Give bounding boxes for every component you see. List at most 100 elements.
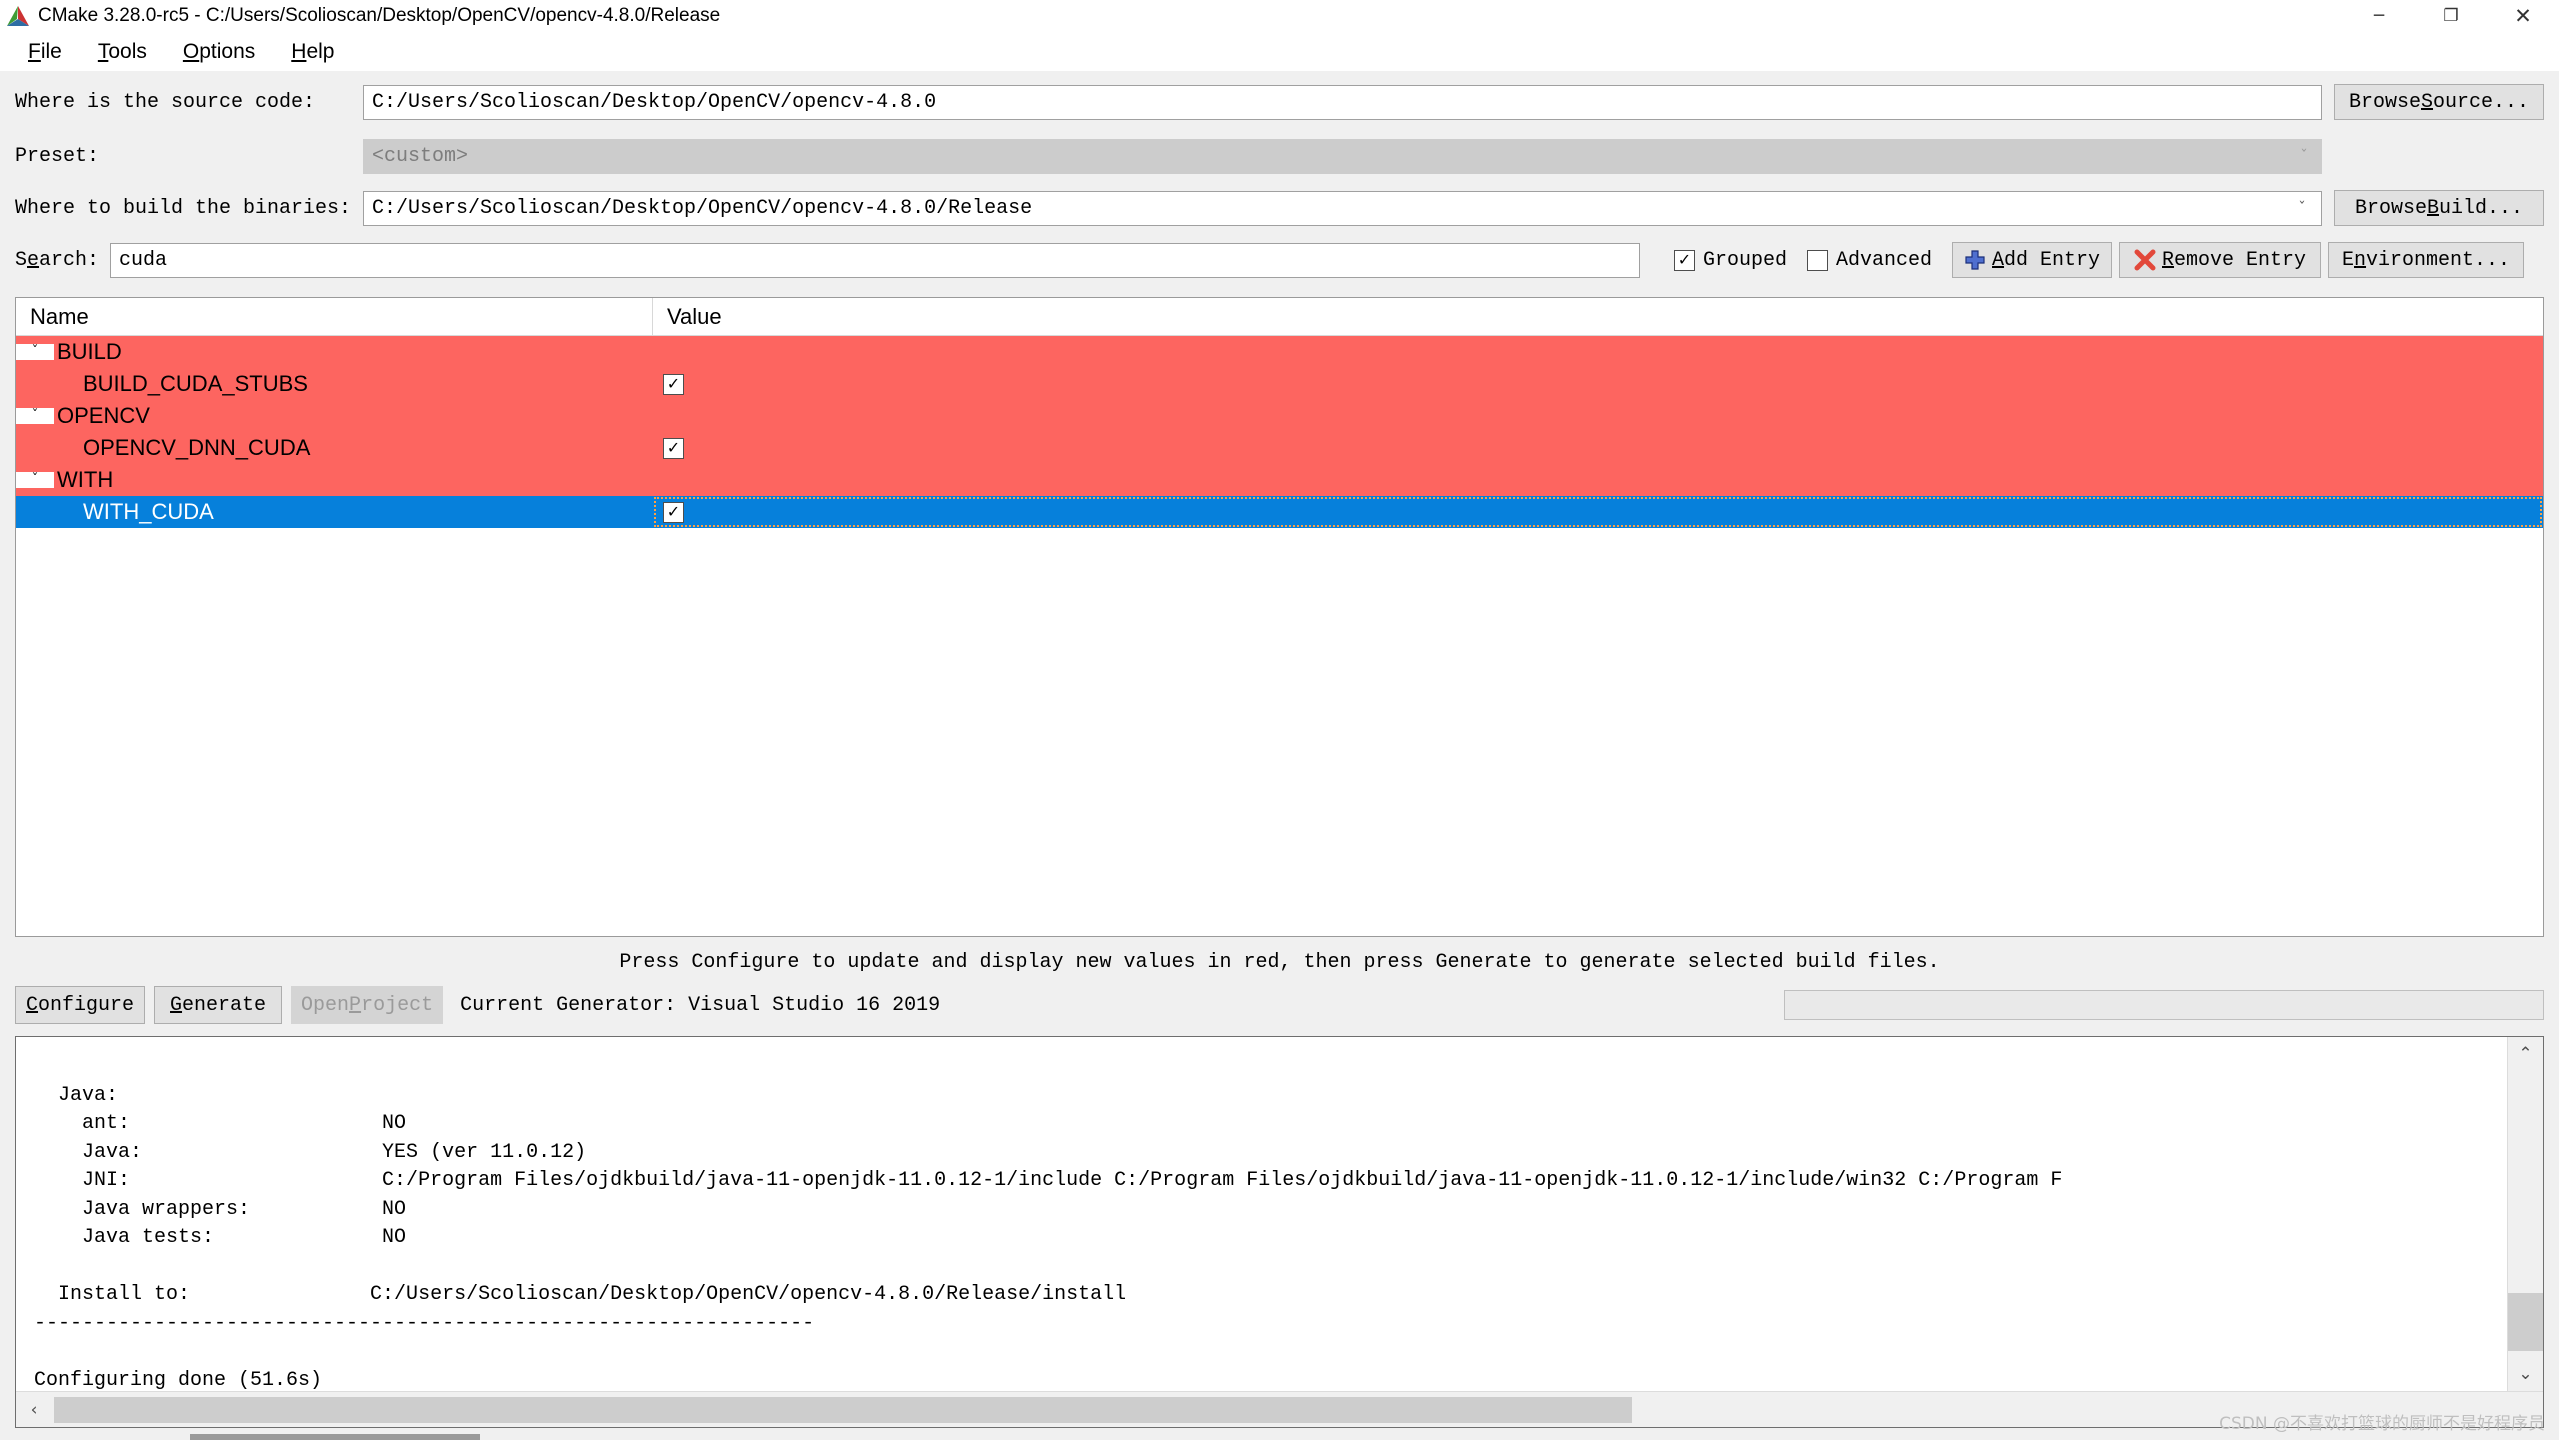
menu-file[interactable]: File (10, 38, 80, 66)
log-horizontal-scrollbar[interactable]: ‹ (16, 1391, 2543, 1427)
cell-name: WITH_CUDA (16, 496, 653, 528)
open-project-pre: Open (301, 993, 350, 1017)
remove-entry-button[interactable]: Remove Entry (2119, 242, 2322, 278)
table-row-build-cuda-stubs[interactable]: BUILD_CUDA_STUBS ✓ (16, 368, 2543, 400)
browse-source-post: ource... (2433, 90, 2530, 114)
preset-label: Preset: (15, 144, 100, 168)
menu-tools[interactable]: Tools (80, 38, 165, 66)
grouped-checkbox[interactable]: ✓ Grouped (1674, 249, 1787, 272)
build-combo[interactable]: C:/Users/Scolioscan/Desktop/OpenCV/openc… (363, 190, 2322, 226)
table-row-with-cuda[interactable]: WITH_CUDA ✓ (16, 496, 2543, 528)
menu-options-rest: ptions (199, 40, 256, 63)
value-checkbox[interactable]: ✓ (663, 373, 684, 395)
grouped-checkbox-box: ✓ (1674, 249, 1695, 271)
remove-entry-mnemonic: R (2162, 248, 2175, 272)
group-label: OPENCV (57, 403, 150, 428)
browse-source-pre: se (2396, 90, 2421, 114)
progress-bar (1784, 990, 2544, 1020)
advanced-checkbox-box (1807, 249, 1829, 271)
build-input[interactable]: C:/Users/Scolioscan/Desktop/OpenCV/openc… (363, 190, 2322, 226)
configure-button[interactable]: Configure (15, 986, 146, 1024)
add-entry-mnemonic: A (1992, 248, 2005, 272)
generate-button[interactable]: Generate (154, 986, 283, 1024)
search-row: Search: cuda ✓ Grouped Advanced Add Entr… (15, 239, 2544, 281)
source-input[interactable]: C:/Users/Scolioscan/Desktop/OpenCV/openc… (363, 84, 2322, 120)
browse-build-button[interactable]: Browse Build... (2334, 190, 2544, 226)
log-text[interactable]: Java: ant: NO Java: YES (ver 11.0.12) JN… (16, 1037, 2507, 1392)
column-header-name[interactable]: Name (16, 298, 653, 335)
search-mnemonic: e (27, 248, 40, 272)
cell-name: OPENCV_DNN_CUDA (16, 432, 653, 464)
chevron-down-icon-build[interactable]: ˇ (2284, 192, 2320, 225)
cell-name: BUILD_CUDA_STUBS (16, 368, 653, 400)
menu-bar: File Tools Options Help (0, 33, 2559, 71)
chevron-expand-icon[interactable]: ˇ (16, 472, 54, 488)
configure-rest: onfigure (38, 993, 135, 1017)
group-label: BUILD (57, 339, 122, 364)
vertical-scroll-thumb[interactable] (2507, 1293, 2543, 1351)
browse-source-mnemonic: S (2421, 90, 2434, 114)
log-output-pane: Java: ant: NO Java: YES (ver 11.0.12) JN… (15, 1036, 2544, 1428)
search-input[interactable]: cuda (110, 242, 1640, 278)
cell-value[interactable]: ✓ (653, 368, 2543, 400)
source-row: Where is the source code: C:/Users/Scoli… (15, 81, 2544, 123)
remove-entry-rest: emove Entry (2174, 248, 2307, 272)
table-row-group-opencv[interactable]: ˇ OPENCV (16, 400, 2543, 432)
environment-rest: vironment... (2366, 248, 2511, 272)
menu-file-rest: ile (40, 40, 62, 63)
open-project-mnemonic: P (349, 993, 362, 1017)
minimize-button[interactable]: ─ (2343, 0, 2415, 33)
menu-help-mnemonic: H (291, 40, 307, 63)
advanced-label: Advanced (1836, 248, 1933, 272)
menu-file-mnemonic: F (28, 40, 41, 63)
chevron-expand-icon[interactable]: ˇ (16, 408, 54, 424)
scroll-left-icon[interactable]: ‹ (16, 1393, 52, 1427)
table-row-opencv-dnn-cuda[interactable]: OPENCV_DNN_CUDA ✓ (16, 432, 2543, 464)
preset-combo[interactable]: <custom> ˇ (363, 138, 2322, 174)
menu-options[interactable]: Options (165, 38, 273, 66)
entry-label: BUILD_CUDA_STUBS (83, 371, 308, 396)
column-header-value[interactable]: Value (653, 298, 2543, 335)
cell-value[interactable] (653, 400, 2543, 432)
red-x-icon (2134, 249, 2156, 271)
log-vertical-scrollbar[interactable]: ⌃ ⌄ (2507, 1037, 2543, 1391)
cmake-logo-icon (5, 5, 31, 27)
menu-help-rest: elp (306, 40, 335, 63)
cell-value-focused[interactable]: ✓ (653, 496, 2543, 528)
grouped-label: Grouped (1703, 248, 1788, 272)
cell-value[interactable] (653, 464, 2543, 496)
cache-table-header: Name Value (16, 298, 2543, 336)
browse-build-pre: Browse (2354, 196, 2427, 220)
maximize-button[interactable]: ❐ (2415, 0, 2487, 33)
cell-name: ˇ OPENCV (16, 400, 653, 432)
add-entry-rest: dd Entry (2004, 248, 2101, 272)
window-title: CMake 3.28.0-rc5 - C:/Users/Scolioscan/D… (38, 5, 721, 26)
generate-mnemonic: G (170, 993, 183, 1017)
menu-tools-rest: ools (108, 40, 147, 63)
browse-source-button[interactable]: Brow se Source... (2334, 84, 2544, 120)
browse-build-mnemonic: B (2426, 196, 2439, 220)
horizontal-scroll-thumb[interactable] (54, 1396, 1632, 1423)
table-row-group-with[interactable]: ˇ WITH (16, 464, 2543, 496)
advanced-checkbox[interactable]: Advanced (1807, 249, 1932, 272)
current-generator-label: Current Generator: Visual Studio 16 2019 (460, 993, 941, 1017)
scroll-down-icon[interactable]: ⌄ (2508, 1357, 2544, 1391)
cell-value[interactable] (653, 336, 2543, 368)
value-checkbox[interactable]: ✓ (663, 501, 684, 523)
preset-value: <custom> (363, 138, 2322, 174)
generate-rest: enerate (182, 993, 267, 1017)
path-form: Where is the source code: C:/Users/Scoli… (0, 71, 2559, 291)
build-label: Where to build the binaries: (15, 196, 352, 220)
table-row-group-build[interactable]: ˇ BUILD (16, 336, 2543, 368)
vertical-scroll-track[interactable] (2507, 1071, 2543, 1357)
value-checkbox[interactable]: ✓ (663, 437, 684, 459)
environment-button[interactable]: En vironment... (2328, 242, 2525, 278)
cell-value[interactable]: ✓ (653, 432, 2543, 464)
preset-row: Preset: <custom> ˇ (15, 135, 2544, 177)
chevron-down-icon: ˇ (2300, 147, 2308, 165)
scroll-up-icon[interactable]: ⌃ (2508, 1037, 2544, 1071)
close-button[interactable]: ✕ (2487, 0, 2559, 33)
chevron-expand-icon[interactable]: ˇ (16, 344, 54, 360)
menu-help[interactable]: Help (273, 38, 352, 66)
add-entry-button[interactable]: Add Entry (1952, 242, 2113, 278)
